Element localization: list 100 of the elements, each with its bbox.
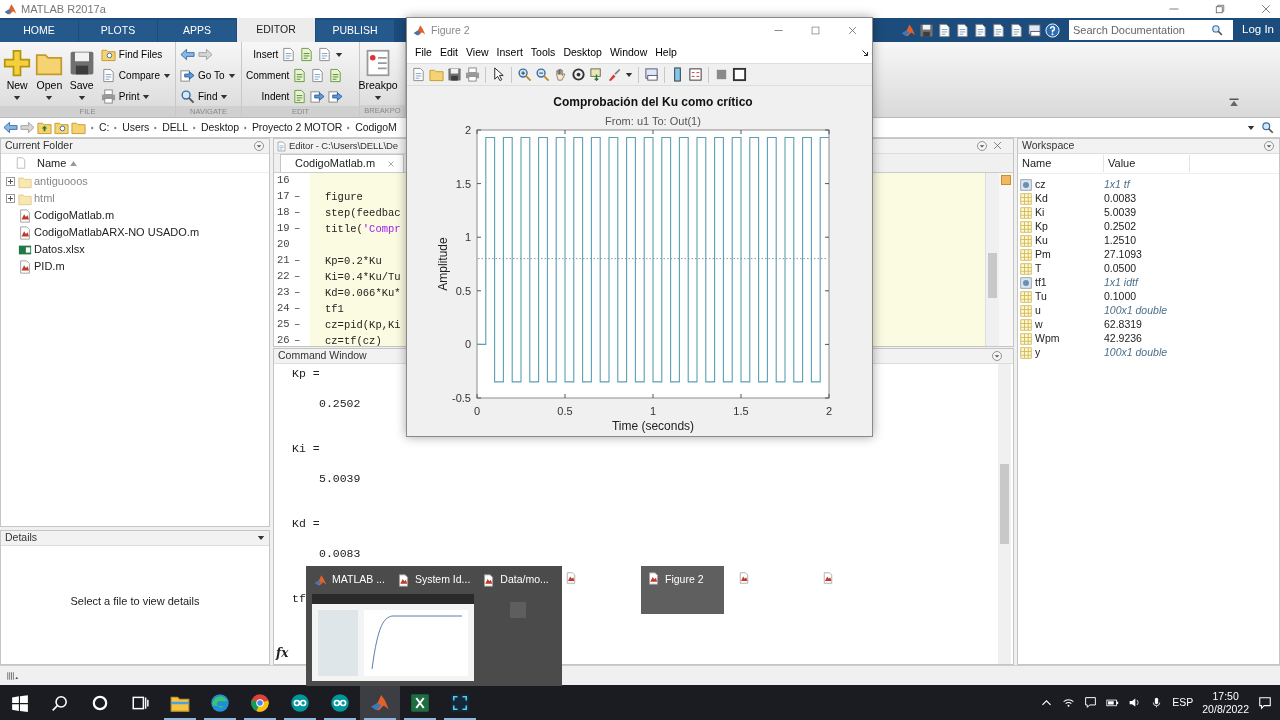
menu-item[interactable]: File xyxy=(411,45,436,61)
variable-name[interactable]: Kd xyxy=(1035,191,1048,207)
help-icon[interactable] xyxy=(1045,22,1060,38)
menu-item[interactable]: Edit xyxy=(435,45,462,61)
search-icon[interactable] xyxy=(51,693,69,712)
variable-name[interactable]: Ku xyxy=(1035,233,1048,249)
line-marker[interactable]: – xyxy=(294,333,310,346)
variable-name[interactable]: Kp xyxy=(1035,219,1048,235)
file-name[interactable]: PID.m xyxy=(34,258,65,275)
menu-item[interactable]: Window xyxy=(605,45,652,61)
file-name[interactable]: Datos.xlsx xyxy=(34,241,85,258)
variable-name[interactable]: Tu xyxy=(1035,289,1047,305)
clock-date[interactable]: 20/8/2022 xyxy=(1202,702,1249,716)
line-marker[interactable]: – xyxy=(294,253,310,269)
menu-item[interactable]: Help xyxy=(651,45,681,61)
menu-icon[interactable] xyxy=(991,350,1003,362)
variable-name[interactable]: Ki xyxy=(1035,205,1045,221)
collapse-icon[interactable] xyxy=(1228,97,1240,109)
variable-name[interactable]: y xyxy=(1035,345,1041,361)
notification-icon[interactable] xyxy=(1258,695,1272,710)
login-button[interactable]: Log In xyxy=(1236,21,1280,39)
file-name[interactable]: html xyxy=(34,190,55,207)
cursor-icon[interactable] xyxy=(589,67,604,82)
search-box[interactable]: Search Documentation xyxy=(1069,20,1233,40)
floppy-icon[interactable] xyxy=(919,22,934,38)
path-segment[interactable]: CodigoM xyxy=(355,119,397,136)
wifi-icon[interactable] xyxy=(1062,696,1076,709)
toolstrip-button[interactable]: Save xyxy=(66,45,97,106)
folder-search-icon[interactable] xyxy=(54,120,69,135)
frame-icon[interactable] xyxy=(732,67,747,82)
menu-item[interactable]: Desktop xyxy=(559,45,606,61)
figure-icon[interactable] xyxy=(822,572,834,584)
dock-icon[interactable] xyxy=(861,49,869,57)
line-marker[interactable]: – xyxy=(294,205,310,221)
window-preview[interactable]: System Id... xyxy=(394,570,473,590)
toolstrip-button[interactable]: Insert xyxy=(244,45,346,64)
toolstrip-button[interactable]: Comment xyxy=(244,66,346,85)
column-header[interactable]: Name xyxy=(37,154,67,172)
note-icon[interactable] xyxy=(1084,696,1098,709)
toolstrip-button[interactable]: Open xyxy=(34,45,65,106)
file-tab[interactable]: CodigoMatlab.m xyxy=(280,154,405,172)
path-segment[interactable]: Users xyxy=(122,119,150,136)
close-icon[interactable] xyxy=(847,25,858,36)
variable-name[interactable]: u xyxy=(1035,303,1041,319)
path-segment[interactable]: Proyecto 2 MOTOR xyxy=(251,119,343,136)
menu-icon[interactable] xyxy=(976,140,988,152)
variable-name[interactable]: T xyxy=(1035,261,1042,277)
variable-name[interactable]: w xyxy=(1035,317,1043,333)
close-icon[interactable] xyxy=(1260,3,1272,15)
toolstrip-button[interactable]: Compare xyxy=(98,66,173,85)
rotate-icon[interactable] xyxy=(571,67,586,82)
variable-name[interactable]: cz xyxy=(1035,177,1046,193)
document-icon[interactable] xyxy=(937,22,952,38)
window-preview[interactable]: Figure 2 xyxy=(641,566,724,614)
arrow-left-icon[interactable] xyxy=(180,47,195,62)
file-name[interactable]: CodigoMatlab.m xyxy=(34,207,115,224)
ribbon-tab[interactable]: PUBLISH xyxy=(316,20,394,42)
window-thumbnail[interactable] xyxy=(312,594,474,681)
zoom-out-icon[interactable] xyxy=(535,67,550,82)
window-preview[interactable]: Data/mo... xyxy=(480,570,551,590)
file-name[interactable]: CodigoMatlabARX-NO USADO.m xyxy=(34,224,200,241)
expand-icon[interactable] xyxy=(5,176,16,187)
legend-icon[interactable] xyxy=(688,67,703,82)
menu-icon[interactable] xyxy=(1263,140,1275,152)
column-header[interactable]: Value xyxy=(1104,155,1190,172)
figure-icon[interactable] xyxy=(565,572,577,584)
language-indicator[interactable]: ESP xyxy=(1172,694,1194,711)
figure-icon[interactable] xyxy=(738,572,750,584)
toolstrip-button[interactable]: Find xyxy=(178,87,238,106)
path-segment[interactable]: DELL xyxy=(162,119,189,136)
start-icon[interactable] xyxy=(11,693,29,712)
brush-icon[interactable] xyxy=(607,67,622,82)
scrollbar[interactable] xyxy=(985,173,999,346)
line-marker[interactable]: – xyxy=(294,221,310,237)
menu-item[interactable]: Tools xyxy=(526,45,560,61)
restore-icon[interactable] xyxy=(1214,3,1226,15)
menu-item[interactable]: View xyxy=(462,45,493,61)
folder-up-icon[interactable] xyxy=(37,120,52,135)
document-icon[interactable] xyxy=(973,22,988,38)
document-icon[interactable] xyxy=(955,22,970,38)
floppy-icon[interactable] xyxy=(447,67,462,82)
column-header[interactable]: Name xyxy=(1018,155,1104,172)
arrow-left-icon[interactable] xyxy=(3,120,18,135)
battery-icon[interactable] xyxy=(1106,696,1120,709)
ribbon-tab[interactable]: EDITOR xyxy=(237,18,315,42)
line-marker[interactable]: – xyxy=(294,285,310,301)
hand-icon[interactable] xyxy=(553,67,568,82)
scrollbar[interactable] xyxy=(998,364,1011,664)
line-marker[interactable]: – xyxy=(294,301,310,317)
toolstrip-button[interactable]: Print xyxy=(98,87,173,106)
menu-icon[interactable] xyxy=(253,140,265,152)
path-segment[interactable]: Desktop xyxy=(201,119,239,136)
ring-icon[interactable] xyxy=(91,693,109,712)
file-name[interactable]: antiguooos xyxy=(34,173,88,190)
variable-name[interactable]: Wpm xyxy=(1035,331,1060,347)
line-marker[interactable]: – xyxy=(294,189,310,205)
toolstrip-button[interactable]: Find Files xyxy=(98,45,173,64)
pointer-icon[interactable] xyxy=(491,67,506,82)
toolstrip-button[interactable]: New xyxy=(2,45,33,106)
toolstrip-button[interactable]: Go To xyxy=(178,66,238,85)
